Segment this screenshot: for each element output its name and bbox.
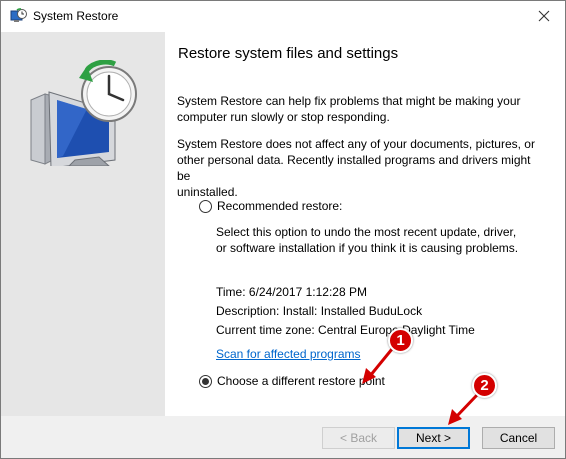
restore-description: Description: Install: Installed BuduLock [216,304,423,318]
left-pane [1,32,165,416]
next-button[interactable]: Next > [397,427,470,449]
different-restore-point-label: Choose a different restore point [217,374,385,388]
radio-button-checked[interactable] [199,374,212,388]
page-title: Restore system files and settings [178,45,399,62]
back-button[interactable]: < Back [322,427,395,449]
different-restore-point-radio[interactable]: Choose a different restore point [199,374,385,388]
notice-line-2: other personal data. Recently installed … [177,153,531,183]
button-bar: < Back Next > Cancel [1,416,565,458]
cancel-button[interactable]: Cancel [482,427,555,449]
intro-paragraph: System Restore can help fix problems tha… [177,93,547,125]
radio-button-unchecked[interactable] [199,199,212,213]
notice-line-3: uninstalled. [177,185,238,199]
restore-time: Time: 6/24/2017 1:12:28 PM [216,285,367,299]
recommended-desc-line-1: Select this option to undo the most rece… [216,225,517,239]
restore-timezone: Current time zone: Central Europe Daylig… [216,323,475,337]
intro-line-2: computer run slowly or stop responding. [177,110,390,124]
system-restore-illustration [29,59,141,169]
scan-affected-programs-link[interactable]: Scan for affected programs [216,347,361,361]
annotation-badge-1: 1 [388,328,413,353]
recommended-restore-label: Recommended restore: [217,199,343,213]
recommended-description: Select this option to undo the most rece… [216,224,546,256]
close-button[interactable] [529,5,559,29]
annotation-badge-2: 2 [472,373,497,398]
content-area: Restore system files and settings System… [165,32,565,416]
close-icon [538,10,550,25]
intro-line-1: System Restore can help fix problems tha… [177,94,521,108]
title-bar: System Restore [1,1,565,32]
recommended-desc-line-2: or software installation if you think it… [216,241,519,255]
notice-paragraph: System Restore does not affect any of yo… [177,136,547,200]
window-title: System Restore [33,9,119,23]
notice-line-1: System Restore does not affect any of yo… [177,137,535,151]
recommended-restore-radio[interactable]: Recommended restore: [199,199,342,213]
system-restore-icon [10,8,27,25]
